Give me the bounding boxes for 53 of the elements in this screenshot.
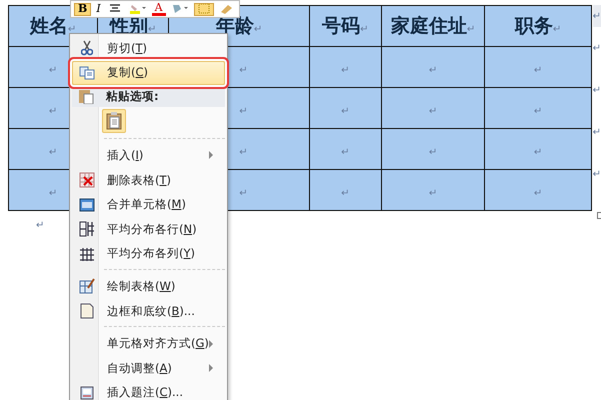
menu-item[interactable]: 边框和底纹(B)... (72, 298, 225, 324)
paragraph-mark: ↵ (534, 106, 542, 116)
menu-item[interactable]: 自动调整(A) (72, 356, 225, 381)
menu-item[interactable]: 绘制表格(W) (72, 274, 225, 299)
paragraph-mark: ↵ (428, 146, 438, 158)
scissors-icon (81, 40, 93, 56)
paragraph-mark: ↵ (534, 64, 542, 76)
paragraph-mark: ↵ (239, 146, 248, 158)
paragraph-mark: ↵ (48, 64, 58, 76)
menu-item[interactable]: 单元格对齐方式(G) (72, 331, 225, 356)
paragraph-mark: ↵ (534, 188, 542, 198)
menu-item[interactable]: 删除表格(T) (72, 168, 225, 192)
paragraph-mark: ↵ (48, 146, 58, 158)
paragraph-mark: ↵ (592, 42, 601, 56)
paragraph-mark: ↵ (48, 106, 58, 116)
paste-keep-text-button[interactable] (102, 109, 126, 134)
paragraph-mark: ↵ (592, 126, 601, 140)
menu-item[interactable]: 插入(I) (72, 143, 225, 168)
delete-table-icon (79, 172, 95, 188)
distribute-rows-icon (79, 221, 95, 238)
distribute-columns-icon (79, 246, 95, 262)
page-icon (80, 303, 94, 320)
paragraph-mark: ↵ (341, 146, 350, 158)
paragraph-mark: ↵ (341, 188, 350, 198)
paragraph-mark: ↵ (428, 64, 438, 76)
merge-cells-icon (79, 198, 95, 212)
menu-item[interactable]: 平均分布各行(N) (72, 216, 225, 242)
paragraph-mark: ↵ (239, 64, 248, 76)
draw-table-icon (79, 278, 95, 294)
paragraph-mark: ↵ (36, 220, 44, 231)
paragraph-mark: ↵ (239, 106, 248, 116)
column-header: 号码↵ (309, 6, 382, 46)
paragraph-mark: ↵ (534, 146, 542, 158)
paragraph-mark: ↵ (48, 188, 58, 198)
paragraph-mark: ↵ (428, 188, 438, 198)
paragraph-mark: ↵ (592, 84, 601, 98)
borders-button[interactable] (194, 2, 214, 16)
menu-item[interactable]: 合并单元格(M) (72, 192, 225, 217)
paragraph-mark: ↵ (341, 64, 350, 76)
bold-button[interactable]: B (74, 2, 92, 16)
paragraph-mark: ↵ (592, 5, 601, 27)
column-header: 职务↵ (484, 6, 592, 46)
font-color-button[interactable]: A (152, 2, 166, 16)
paragraph-mark: ↵ (592, 168, 601, 182)
copy-icon (79, 66, 95, 80)
paragraph-mark: ↵ (239, 188, 248, 198)
menu-section-header: 粘贴选项: (104, 88, 159, 104)
clipboard-icon (78, 88, 94, 104)
menu-item[interactable]: 平均分布各列(Y) (72, 242, 225, 266)
paragraph-mark: ↵ (428, 106, 438, 116)
menu-item[interactable]: 插入题注(C)... (72, 380, 225, 400)
paragraph-mark: ↵ (341, 106, 350, 116)
column-header: 家庭住址↵ (381, 6, 485, 46)
